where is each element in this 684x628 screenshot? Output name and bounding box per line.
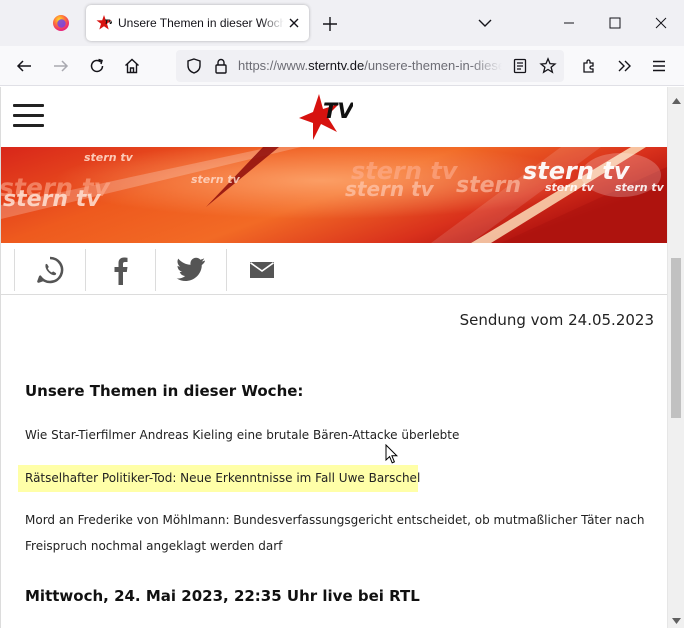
window-close-icon[interactable] bbox=[638, 0, 684, 46]
site-header: TV bbox=[1, 87, 667, 147]
whatsapp-share-button[interactable] bbox=[15, 249, 86, 291]
url-bar[interactable]: https://www.sterntv.de/unsere-themen-in-… bbox=[176, 50, 564, 82]
page-viewport: TV stern tv stern tv stern tv stern tv s… bbox=[0, 87, 667, 628]
firefox-icon[interactable] bbox=[48, 10, 74, 36]
email-share-button[interactable] bbox=[227, 249, 297, 291]
scrollbar-thumb[interactable] bbox=[671, 258, 681, 418]
whatsapp-icon bbox=[37, 256, 64, 284]
vertical-scrollbar[interactable] bbox=[667, 87, 684, 628]
chevron-down-icon[interactable] bbox=[474, 12, 496, 34]
twitter-icon bbox=[176, 257, 205, 282]
facebook-share-button[interactable] bbox=[86, 249, 156, 291]
sterntv-favicon-icon: TV bbox=[96, 15, 115, 31]
topic-item-continuation: Freispruch nochmal angeklagt werden darf bbox=[25, 539, 283, 553]
plus-icon[interactable] bbox=[318, 12, 342, 36]
back-icon[interactable] bbox=[12, 54, 36, 78]
share-bar bbox=[1, 243, 667, 295]
hamburger-menu-icon[interactable] bbox=[13, 104, 45, 128]
navigation-toolbar: https://www.sterntv.de/unsere-themen-in-… bbox=[0, 46, 684, 86]
banner-text: stern tv bbox=[345, 177, 434, 201]
menu-icon[interactable] bbox=[647, 54, 671, 78]
lock-icon[interactable] bbox=[209, 54, 233, 78]
show-banner: stern tv stern tv stern tv stern tv ster… bbox=[1, 147, 667, 243]
scroll-down-arrow-icon[interactable] bbox=[672, 611, 681, 628]
url-path: /unsere-themen-in-dieser-woche bbox=[364, 58, 502, 73]
reload-icon[interactable] bbox=[85, 54, 109, 78]
banner-text: stern tv bbox=[84, 151, 133, 164]
twitter-share-button[interactable] bbox=[156, 249, 227, 291]
maximize-icon[interactable] bbox=[592, 0, 638, 46]
topic-item: Wie Star-Tierfilmer Andreas Kieling eine… bbox=[25, 428, 460, 442]
banner-text: stern tv bbox=[3, 187, 101, 212]
facebook-icon bbox=[114, 257, 127, 285]
url-prefix: https://www. bbox=[238, 58, 309, 73]
url-text[interactable]: https://www.sterntv.de/unsere-themen-in-… bbox=[238, 58, 502, 74]
tab-active[interactable]: TV Unsere Themen in dieser Woche bbox=[86, 5, 309, 41]
bookmark-star-icon[interactable] bbox=[536, 54, 560, 78]
banner-text: stern bbox=[456, 173, 522, 198]
banner-text: stern tv bbox=[191, 173, 240, 186]
banner-text: stern tv bbox=[615, 181, 664, 194]
url-domain: sterntv.de bbox=[308, 58, 365, 73]
svg-text:TV: TV bbox=[323, 99, 353, 123]
extensions-icon[interactable] bbox=[577, 54, 601, 78]
home-icon[interactable] bbox=[120, 54, 144, 78]
mouse-cursor-icon bbox=[385, 443, 399, 465]
overflow-icon[interactable] bbox=[612, 54, 636, 78]
airtime-heading: Mittwoch, 24. Mai 2023, 22:35 Uhr live b… bbox=[25, 587, 420, 605]
tab-bar: TV Unsere Themen in dieser Woche bbox=[0, 0, 684, 46]
topic-item-text: Rätselhafter Politiker-Tod: Neue Erkennt… bbox=[25, 471, 421, 485]
tab-title: Unsere Themen in dieser Woche bbox=[118, 16, 284, 30]
banner-text: stern tv bbox=[545, 181, 594, 194]
reader-view-icon[interactable] bbox=[508, 54, 532, 78]
svg-text:TV: TV bbox=[105, 19, 113, 26]
share-bar-edge bbox=[1, 249, 15, 291]
sterntv-logo[interactable]: TV bbox=[299, 92, 355, 142]
minimize-icon[interactable] bbox=[546, 0, 592, 46]
close-icon[interactable] bbox=[286, 15, 302, 31]
email-icon bbox=[250, 262, 274, 278]
forward-icon[interactable] bbox=[49, 54, 73, 78]
topic-item-highlighted: Rätselhafter Politiker-Tod: Neue Erkennt… bbox=[18, 465, 421, 492]
shield-icon[interactable] bbox=[182, 54, 206, 78]
topics-heading: Unsere Themen in dieser Woche: bbox=[25, 382, 304, 400]
topic-item: Mord an Frederike von Möhlmann: Bundesve… bbox=[25, 513, 645, 527]
scroll-up-arrow-icon[interactable] bbox=[672, 91, 681, 109]
broadcast-date: Sendung vom 24.05.2023 bbox=[459, 311, 654, 329]
